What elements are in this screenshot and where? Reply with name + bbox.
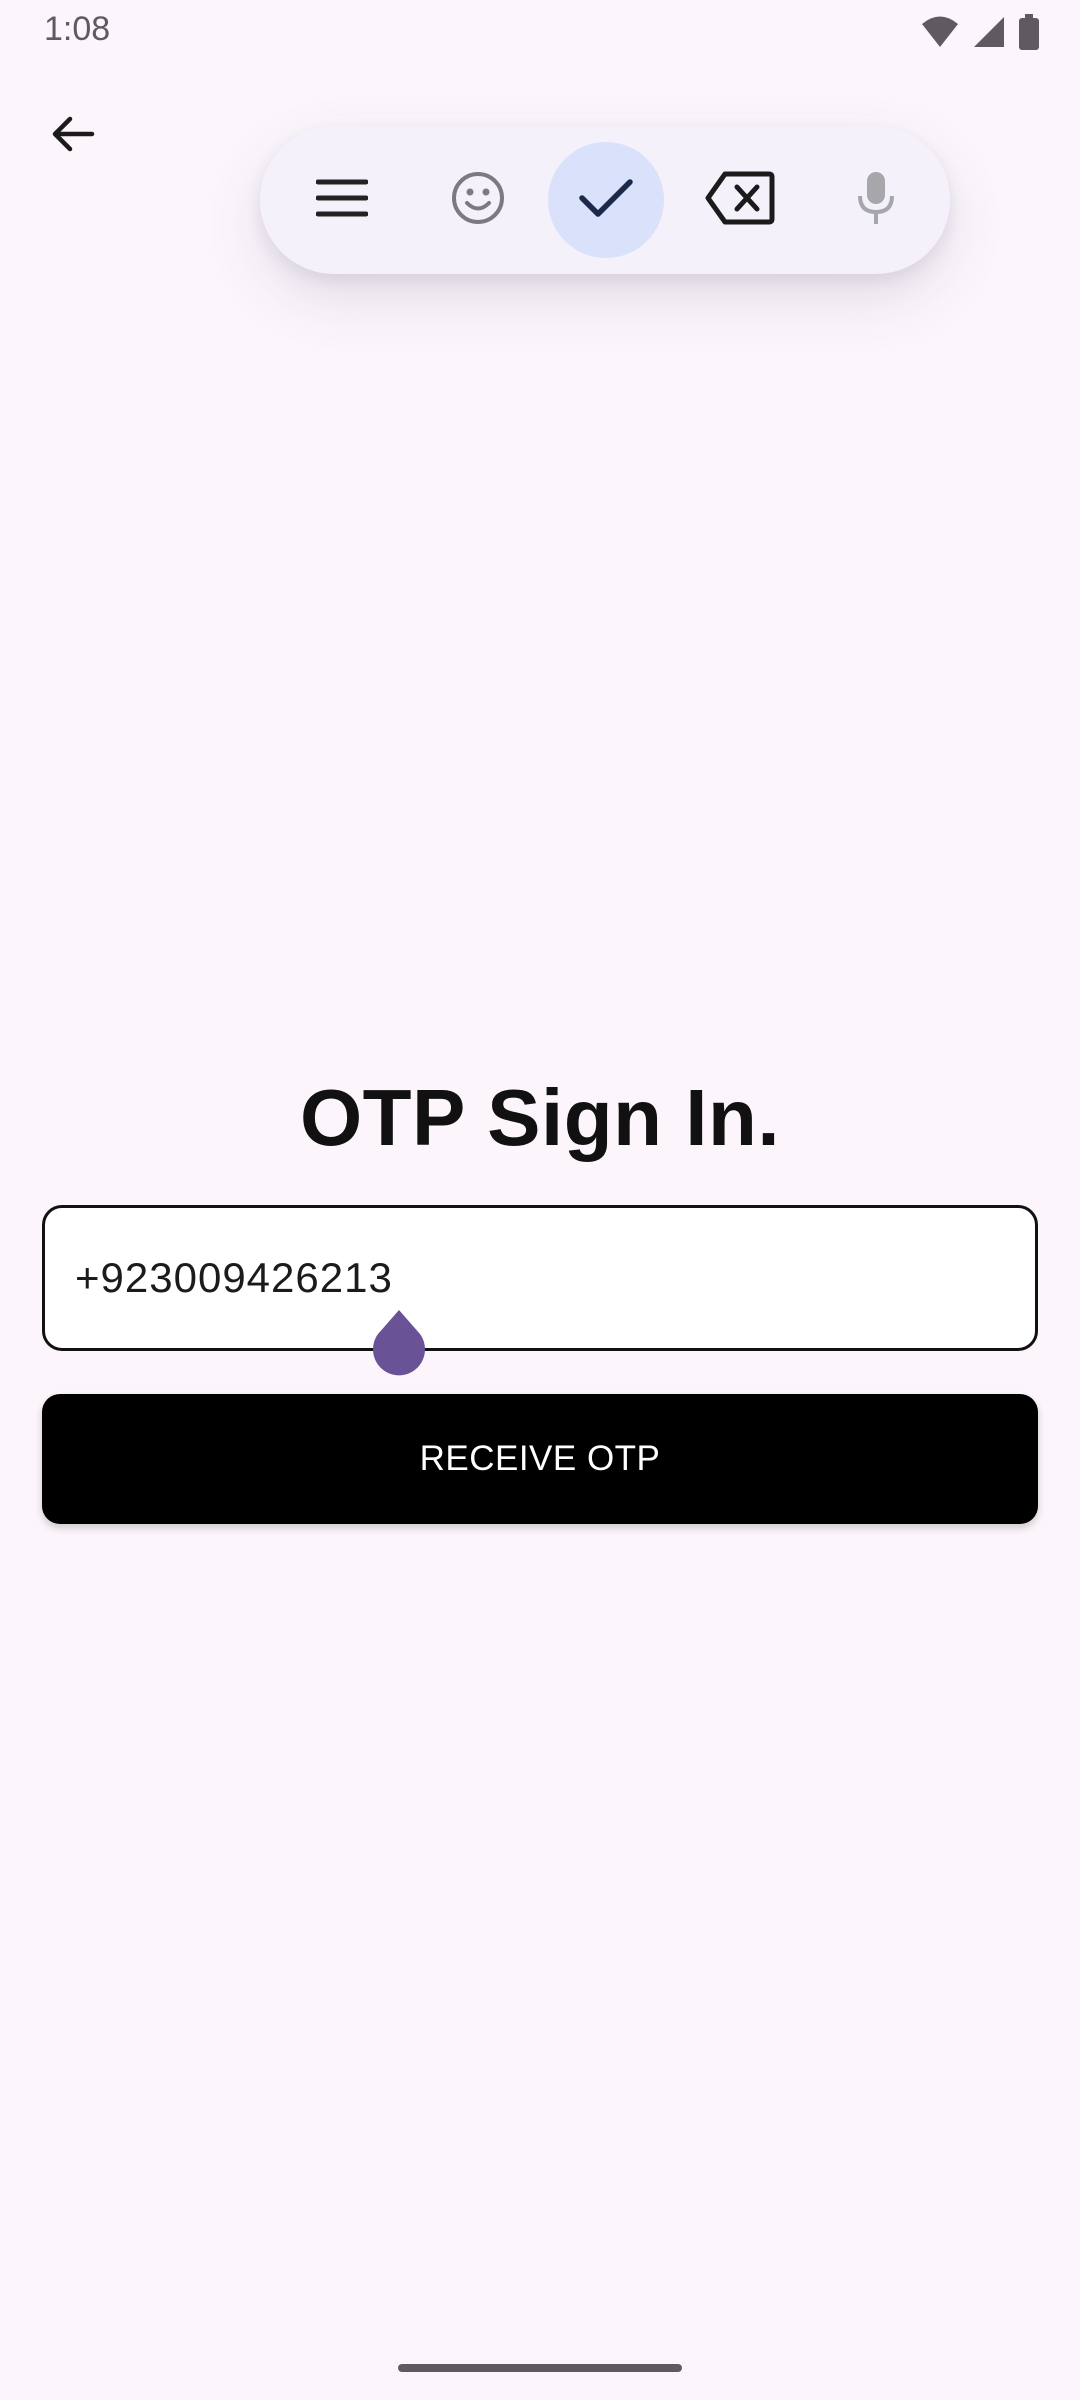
mic-icon xyxy=(856,170,896,231)
gesture-nav-handle[interactable] xyxy=(398,2364,682,2372)
done-button[interactable] xyxy=(548,142,664,258)
backspace-icon xyxy=(705,171,775,230)
voice-input-button[interactable] xyxy=(818,142,934,258)
phone-number-value: +923009426213 xyxy=(75,1254,393,1301)
wifi-icon xyxy=(920,15,960,54)
back-arrow-icon xyxy=(48,110,96,163)
backspace-button[interactable] xyxy=(682,142,798,258)
page-title: OTP Sign In. xyxy=(299,1073,781,1162)
menu-icon xyxy=(315,178,369,223)
check-icon xyxy=(578,176,634,225)
keyboard-menu-button[interactable] xyxy=(284,142,400,258)
back-button[interactable] xyxy=(40,104,104,168)
receive-otp-label: RECEIVE OTP xyxy=(419,1439,661,1478)
emoji-button[interactable] xyxy=(420,142,536,258)
keyboard-toolbar xyxy=(260,126,950,274)
signal-icon xyxy=(972,15,1006,54)
screen: 1:08 OTP Sign In. +923009426213 RECEIVE … xyxy=(0,0,1080,2400)
emoji-icon xyxy=(450,170,506,231)
battery-icon xyxy=(1018,14,1040,55)
phone-number-field[interactable]: +923009426213 xyxy=(42,1205,1038,1351)
receive-otp-button[interactable]: RECEIVE OTP xyxy=(42,1394,1038,1524)
status-bar: 1:08 xyxy=(0,0,1080,62)
status-icons xyxy=(920,14,1040,55)
text-cursor-handle[interactable] xyxy=(368,1306,430,1378)
status-time: 1:08 xyxy=(44,10,111,48)
